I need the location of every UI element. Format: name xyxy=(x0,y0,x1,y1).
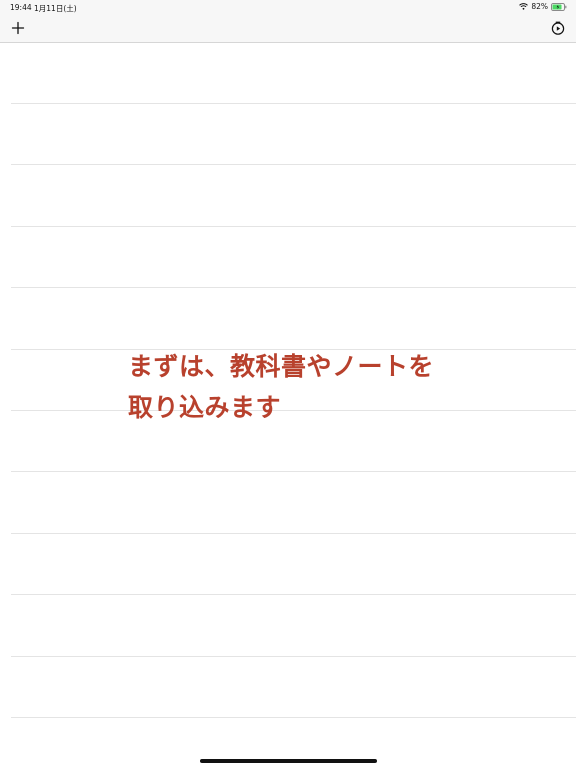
battery-icon xyxy=(551,2,567,11)
plus-icon xyxy=(10,21,26,40)
status-date: 1月11日(土) xyxy=(34,4,77,13)
timer-button[interactable] xyxy=(550,20,566,36)
list-row[interactable] xyxy=(0,227,576,289)
timer-icon xyxy=(550,21,566,40)
list-row[interactable] xyxy=(0,289,576,350)
hint-line-1: まずは、教科書やノートを xyxy=(128,352,435,381)
list-row[interactable] xyxy=(0,657,576,718)
status-bar: 19:44 1月11日(土) 82% xyxy=(0,0,576,14)
row-divider xyxy=(11,717,576,718)
onboarding-hint: まずは、教科書やノートを 取り込みます xyxy=(128,346,468,428)
list-row[interactable] xyxy=(0,43,576,104)
list-row[interactable] xyxy=(0,596,576,657)
list-row[interactable] xyxy=(0,534,576,596)
wifi-icon xyxy=(519,3,529,10)
list-row[interactable] xyxy=(0,473,576,534)
home-indicator[interactable] xyxy=(200,759,377,763)
toolbar xyxy=(0,14,576,43)
status-indicators: 82% xyxy=(519,2,567,11)
battery-percent: 82% xyxy=(531,2,548,11)
hint-line-2: 取り込みます xyxy=(128,393,282,422)
status-time: 19:44 xyxy=(10,3,32,12)
add-button[interactable] xyxy=(10,20,26,36)
list-row[interactable] xyxy=(0,166,576,227)
list-row[interactable] xyxy=(0,104,576,166)
